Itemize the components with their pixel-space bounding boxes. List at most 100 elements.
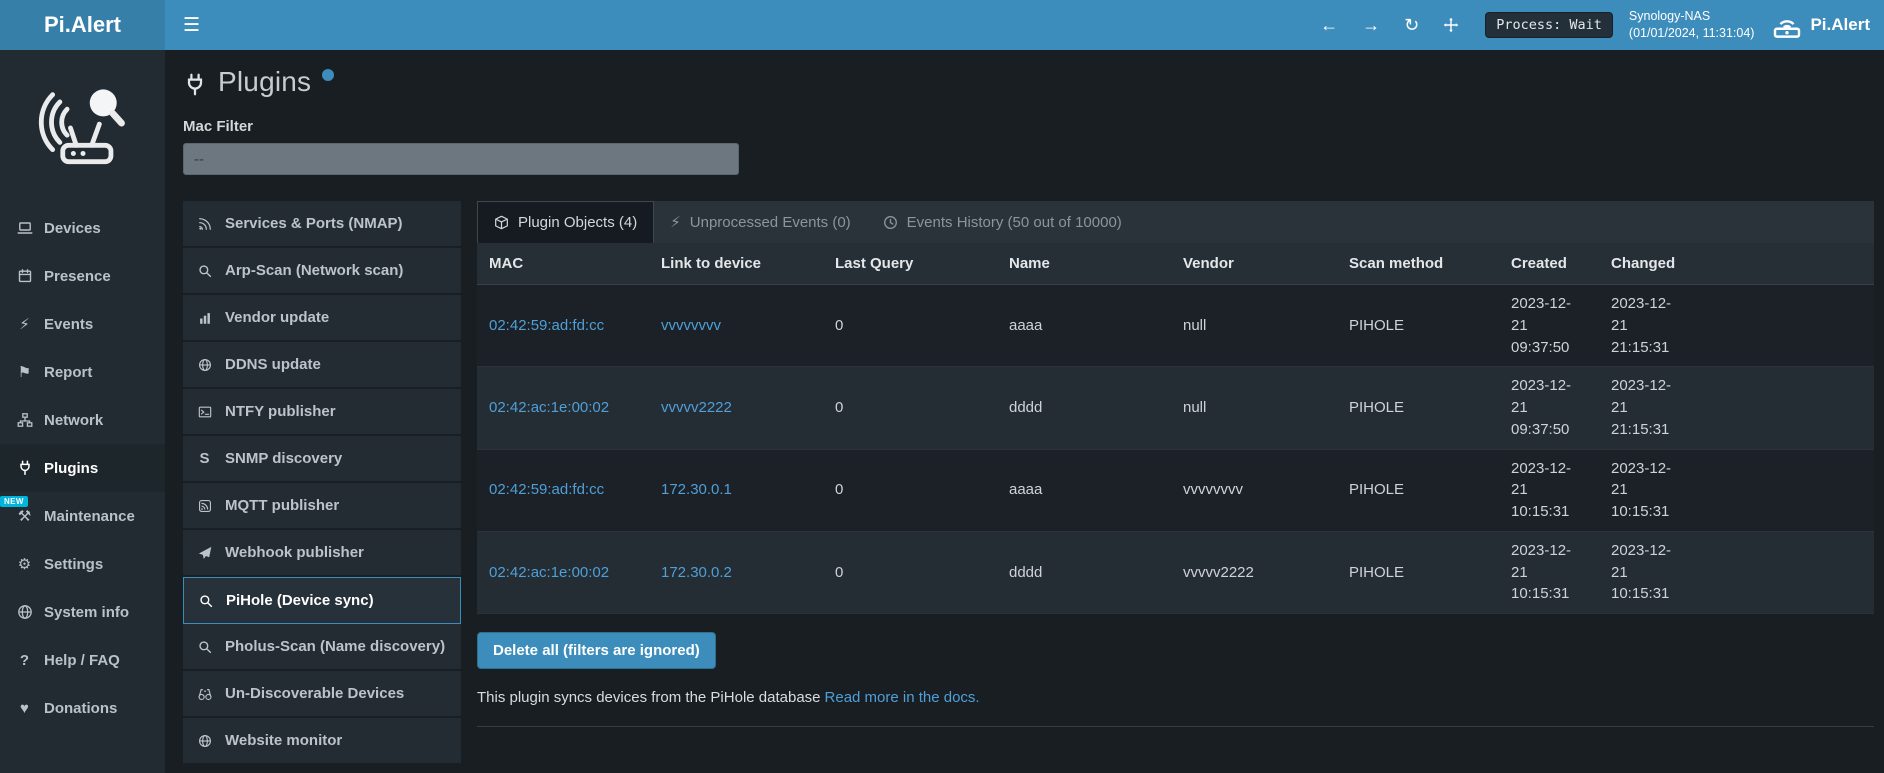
bolt-icon: ⚡: [670, 213, 681, 231]
sidebar-item-system-info[interactable]: System info: [0, 588, 165, 636]
sidebar-item-maintenance[interactable]: NEW ⚒ Maintenance: [0, 492, 165, 540]
col-header-mac: MAC: [477, 243, 649, 285]
cell-vendor: vvvvv2222: [1171, 531, 1337, 613]
mqtt-icon: [195, 499, 214, 513]
delete-all-button[interactable]: Delete all (filters are ignored): [477, 632, 716, 669]
plugin-item-snmp[interactable]: S SNMP discovery: [183, 436, 461, 483]
cell-link-to-device: vvvvvvvv: [649, 285, 823, 367]
docs-badge[interactable]: [322, 69, 334, 81]
mac-filter-input[interactable]: [183, 143, 739, 175]
plugin-item-pholus[interactable]: Pholus-Scan (Name discovery): [183, 624, 461, 671]
sidebar-item-devices[interactable]: Devices: [0, 204, 165, 252]
magnifier-icon: [196, 594, 215, 608]
sidebar-item-help-faq[interactable]: ? Help / FAQ: [0, 636, 165, 684]
cell-scan-method: PIHOLE: [1337, 367, 1499, 449]
globe-icon: [195, 358, 214, 372]
mac-link[interactable]: 02:42:ac:1e:00:02: [489, 399, 609, 416]
process-status-badge: Process: Wait: [1485, 12, 1613, 38]
plugin-item-ddns[interactable]: DDNS update: [183, 342, 461, 389]
terminal-icon: [195, 405, 214, 419]
cell-filler: [1699, 367, 1874, 449]
col-header-created: Created: [1499, 243, 1599, 285]
plugin-item-webhook[interactable]: Webhook publisher: [183, 530, 461, 577]
sidebar-item-plugins[interactable]: Plugins: [0, 444, 165, 492]
table-row: 02:42:59:ad:fd:cc 172.30.0.1 0 aaaa vvvv…: [477, 449, 1874, 531]
device-link[interactable]: vvvvv2222: [661, 399, 732, 416]
table-row: 02:42:59:ad:fd:cc vvvvvvvv 0 aaaa null P…: [477, 285, 1874, 367]
cell-scan-method: PIHOLE: [1337, 285, 1499, 367]
arrow-left-icon[interactable]: ←: [1308, 0, 1350, 50]
wrench-icon: ⚒: [15, 507, 34, 525]
cell-created: 2023-12-21 09:37:50: [1499, 285, 1599, 367]
sidebar-menu: Devices Presence ⚡ Events ⚑ Report Netwo…: [0, 204, 165, 732]
bolt-icon: ⚡: [15, 315, 34, 333]
cell-filler: [1699, 449, 1874, 531]
mac-link[interactable]: 02:42:59:ad:fd:cc: [489, 317, 604, 334]
new-badge: NEW: [0, 496, 28, 507]
cell-vendor: null: [1171, 285, 1337, 367]
hamburger-icon[interactable]: ☰: [165, 0, 218, 50]
col-header-last-query: Last Query: [823, 243, 997, 285]
docs-link[interactable]: Read more in the docs.: [825, 689, 980, 706]
plugin-item-ntfy[interactable]: NTFY publisher: [183, 389, 461, 436]
tab-plugin-objects[interactable]: Plugin Objects (4): [477, 201, 654, 243]
cell-vendor: vvvvvvvv: [1171, 449, 1337, 531]
plugin-description: This plugin syncs devices from the PiHol…: [477, 689, 1874, 706]
cell-filler: [1699, 531, 1874, 613]
sidebar-item-presence[interactable]: Presence: [0, 252, 165, 300]
cell-mac: 02:42:59:ad:fd:cc: [477, 285, 649, 367]
device-link[interactable]: vvvvvvvv: [661, 317, 721, 334]
cell-link-to-device: 172.30.0.2: [649, 531, 823, 613]
refresh-icon[interactable]: ↻: [1392, 0, 1431, 50]
sidebar-item-network[interactable]: Network: [0, 396, 165, 444]
globe-icon: [195, 734, 214, 748]
sidebar-item-donations[interactable]: ♥ Donations: [0, 684, 165, 732]
col-header-name: Name: [997, 243, 1171, 285]
tab-unprocessed-events[interactable]: ⚡ Unprocessed Events (0): [654, 201, 866, 243]
cell-mac: 02:42:ac:1e:00:02: [477, 367, 649, 449]
device-link[interactable]: 172.30.0.1: [661, 481, 732, 498]
plug-icon: [183, 73, 207, 97]
plugin-item-undiscoverable[interactable]: Un-Discoverable Devices: [183, 671, 461, 718]
cell-last-query: 0: [823, 449, 997, 531]
sidebar-item-events[interactable]: ⚡ Events: [0, 300, 165, 348]
tab-events-history[interactable]: Events History (50 out of 10000): [867, 201, 1138, 243]
cell-changed: 2023-12-21 21:15:31: [1599, 285, 1699, 367]
cell-filler: [1699, 285, 1874, 367]
sidebar-item-report[interactable]: ⚑ Report: [0, 348, 165, 396]
sidebar-item-settings[interactable]: ⚙ Settings: [0, 540, 165, 588]
cell-created: 2023-12-21 09:37:50: [1499, 367, 1599, 449]
move-icon[interactable]: [1431, 0, 1471, 50]
mac-link[interactable]: 02:42:59:ad:fd:cc: [489, 481, 604, 498]
mac-link[interactable]: 02:42:ac:1e:00:02: [489, 564, 609, 581]
app-logo[interactable]: Pi.Alert: [0, 0, 165, 50]
plugin-item-arpscan[interactable]: Arp-Scan (Network scan): [183, 248, 461, 295]
cube-icon: [494, 215, 509, 230]
cell-link-to-device: 172.30.0.1: [649, 449, 823, 531]
plugin-detail-panel: Plugin Objects (4) ⚡ Unprocessed Events …: [477, 201, 1874, 727]
tab-bar: Plugin Objects (4) ⚡ Unprocessed Events …: [477, 201, 1874, 243]
plugin-item-website-monitor[interactable]: Website monitor: [183, 718, 461, 765]
table-header-row: MAC Link to device Last Query Name Vendo…: [477, 243, 1874, 285]
question-icon: ?: [15, 652, 34, 669]
cell-mac: 02:42:ac:1e:00:02: [477, 531, 649, 613]
host-time: (01/01/2024, 11:31:04): [1629, 26, 1755, 40]
cell-name: dddd: [997, 531, 1171, 613]
device-link[interactable]: 172.30.0.2: [661, 564, 732, 581]
paper-plane-icon: [195, 546, 214, 560]
magnifier-icon: [195, 640, 214, 654]
cell-last-query: 0: [823, 531, 997, 613]
cell-name: aaaa: [997, 449, 1171, 531]
cell-mac: 02:42:59:ad:fd:cc: [477, 449, 649, 531]
radar-icon: [195, 217, 214, 231]
plugin-item-vendor-update[interactable]: Vendor update: [183, 295, 461, 342]
cell-link-to-device: vvvvv2222: [649, 367, 823, 449]
plugin-item-nmap[interactable]: Services & Ports (NMAP): [183, 201, 461, 248]
plugin-item-pihole[interactable]: PiHole (Device sync): [183, 577, 461, 624]
host-name: Synology-NAS: [1629, 9, 1710, 23]
sidebar: Devices Presence ⚡ Events ⚑ Report Netwo…: [0, 50, 165, 773]
cell-vendor: null: [1171, 367, 1337, 449]
plug-icon: [15, 460, 34, 476]
plugin-item-mqtt[interactable]: MQTT publisher: [183, 483, 461, 530]
arrow-right-icon[interactable]: →: [1350, 0, 1392, 50]
